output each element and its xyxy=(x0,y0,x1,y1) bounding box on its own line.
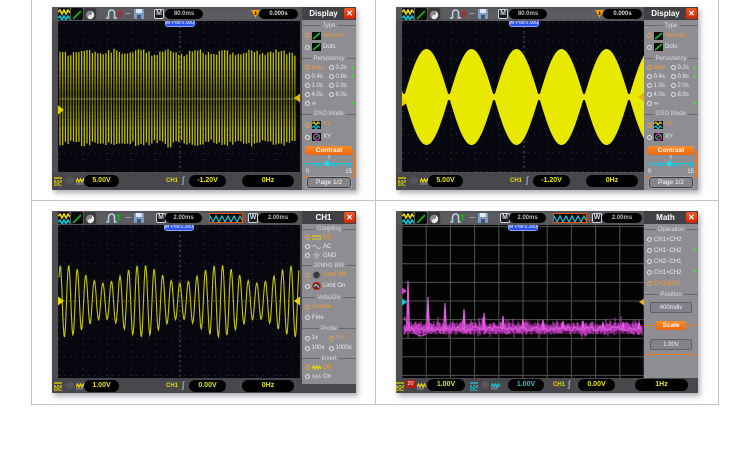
svg-text:BW: BW xyxy=(491,386,499,390)
svg-text:BW: BW xyxy=(76,181,84,185)
svg-text:DC: DC xyxy=(396,387,404,391)
svg-text:BW: BW xyxy=(76,386,84,390)
svg-text:BW: BW xyxy=(417,386,425,390)
svg-text:DC: DC xyxy=(398,182,406,186)
svg-text:BW: BW xyxy=(420,181,428,185)
svg-text:DC: DC xyxy=(54,182,62,186)
svg-text:DC: DC xyxy=(54,387,62,391)
svg-text:DC: DC xyxy=(470,387,478,391)
